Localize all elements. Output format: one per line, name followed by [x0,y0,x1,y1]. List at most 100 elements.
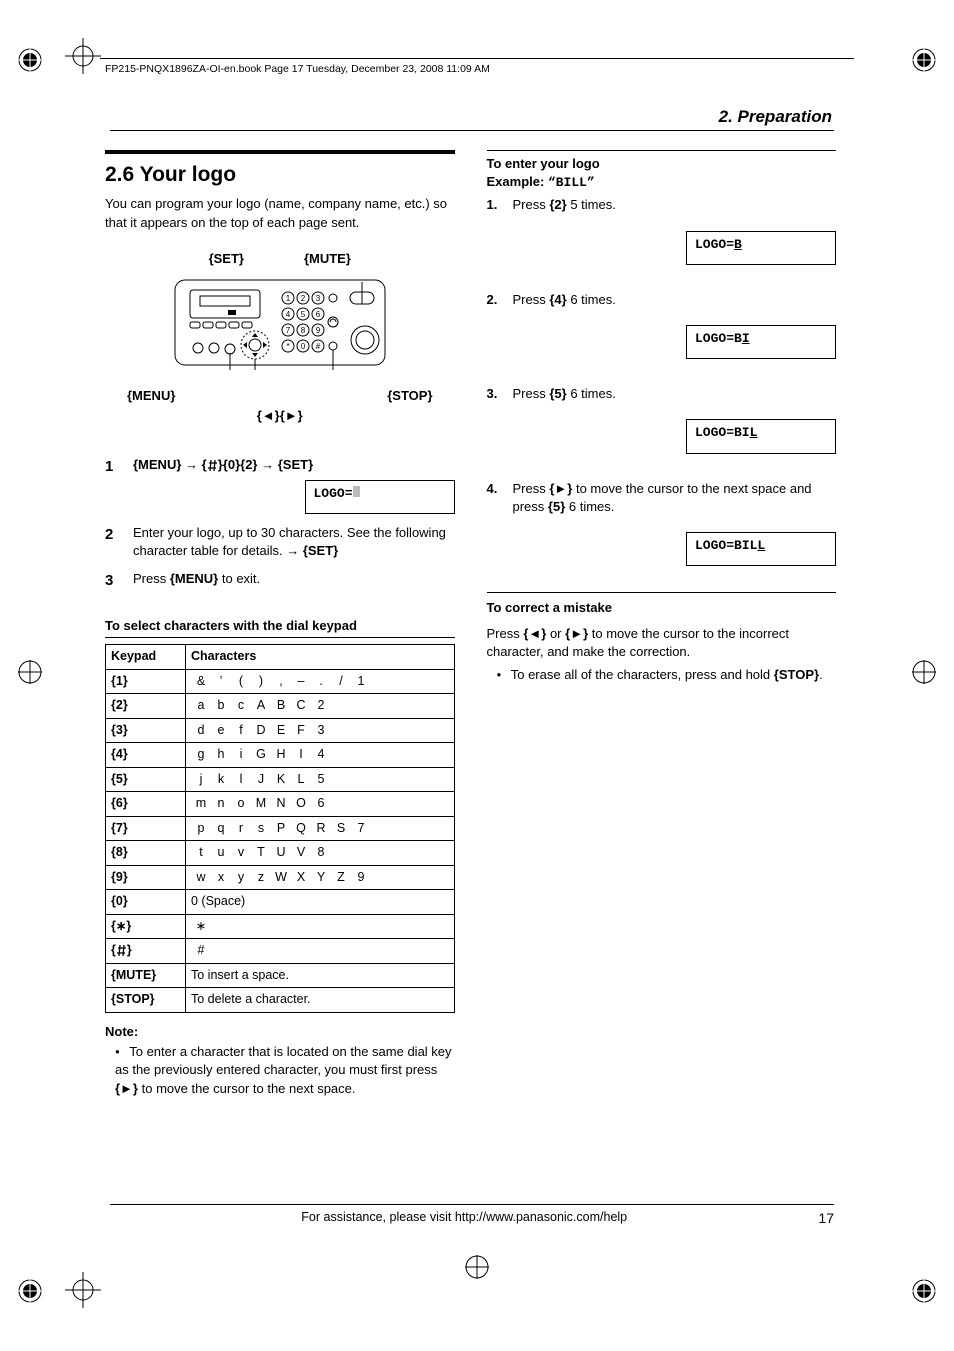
svg-text:7: 7 [286,326,291,335]
key-right-arrow: {►} [565,626,588,641]
chars-cell: tuvTUV8 [186,841,455,866]
key-0: {0} [223,457,240,472]
chars-cell: To insert a space. [186,963,455,988]
registration-mark-icon [912,1279,936,1303]
table-row: {6}mnoMNO6 [106,792,455,817]
step-number: 1. [487,196,503,214]
step-text: to exit. [218,571,260,586]
chars-cell: jklJKL5 [186,767,455,792]
table-row: {0}0 (Space) [106,890,455,915]
table-row: {2}abcABC2 [106,694,455,719]
step-text: Enter your logo, up to 30 characters. Se… [133,525,446,558]
svg-text:4: 4 [286,310,291,319]
table-row: {4}ghiGHI4 [106,743,455,768]
keypad-cell: {0} [106,890,186,915]
table-row: {8}tuvTUV8 [106,841,455,866]
registration-mark-icon [18,660,42,684]
table-row: {5}jklJKL5 [106,767,455,792]
step-number: 1 [105,456,119,514]
th-characters: Characters [186,645,455,670]
fax-machine-icon: 1 2 3 4 5 6 7 8 9 * 0 # [170,270,390,380]
key-right-arrow: {►} [549,481,572,496]
key-digit: {5} [548,499,565,514]
lcd-display: LOGO=BI [686,325,836,359]
svg-text:#: # [316,342,321,351]
th-keypad: Keypad [106,645,186,670]
label-stop: {STOP} [387,387,432,405]
key-digit: {4} [549,292,566,307]
step-number: 3 [105,570,119,591]
key-digit: {5} [549,386,566,401]
chars-cell: 0 (Space) [186,890,455,915]
chars-cell: pqrsPQRS7 [186,816,455,841]
label-menu: {MENU} [127,387,175,405]
header-rule [100,58,854,59]
chars-cell: To delete a character. [186,988,455,1013]
example-label: Example: [487,174,548,189]
keypad-cell: {STOP} [106,988,186,1013]
svg-text:9: 9 [316,326,321,335]
step-number: 4. [487,480,503,516]
running-header: FP215-PNQX1896ZA-OI-en.book Page 17 Tues… [105,62,490,77]
svg-text:0: 0 [301,342,306,351]
page-number: 17 [818,1209,834,1229]
keypad-cell: {5} [106,767,186,792]
lcd-display: LOGO=BIL [686,419,836,453]
character-table: Keypad Characters {1}&’(),–./1{2}abcABC2… [105,644,455,1013]
arrow-icon: → [185,457,198,472]
breadcrumb: 2. Preparation [719,105,832,129]
keypad-cell: {} [106,939,186,964]
svg-text:3: 3 [316,294,321,303]
step-3: 3 Press {MENU} to exit. [105,570,455,591]
chars-cell: defDEF3 [186,718,455,743]
note-text-b: to move the cursor to the next space. [138,1081,356,1096]
key-menu: {MENU} [170,571,218,586]
svg-text:5: 5 [301,310,306,319]
example-step: 2.Press {4} 6 times.LOGO=BI [487,291,837,359]
table-row: {∗}∗ [106,914,455,939]
correct-text: Press {◄} or {►} to move the cursor to t… [487,625,837,661]
step-1: 1 {MENU} → {}{0}{2} → {SET} LOGO= [105,456,455,514]
key-set: {SET} [278,457,313,472]
step-text: Press [133,571,170,586]
svg-text:6: 6 [316,310,321,319]
table-row: {MUTE}To insert a space. [106,963,455,988]
chars-cell: ∗ [186,914,455,939]
keypad-cell: {2} [106,694,186,719]
arrow-icon: → [261,457,274,472]
registration-mark-icon [465,1255,489,1279]
section-intro: You can program your logo (name, company… [105,195,455,231]
svg-text:2: 2 [301,294,306,303]
example-step: 1.Press {2} 5 times.LOGO=B [487,196,837,264]
keypad-cell: {8} [106,841,186,866]
chars-cell: wxyzWXYZ9 [186,865,455,890]
keypad-cell: {∗} [106,914,186,939]
example-value: “BILL” [548,175,595,190]
crop-target-icon [65,38,101,79]
chars-cell: &’(),–./1 [186,669,455,694]
table-row: {3}defDEF3 [106,718,455,743]
key-stop: {STOP} [774,667,819,682]
registration-mark-icon [912,48,936,72]
label-set: {SET} [209,250,244,268]
note-text-a: To enter a character that is located on … [115,1044,452,1077]
example-line: Example: “BILL” [487,173,837,192]
left-column: 2.6 Your logo You can program your logo … [105,150,455,1233]
lcd-display: LOGO=BILL [686,532,836,566]
lcd-display: LOGO= [305,480,455,514]
keypad-cell: {1} [106,669,186,694]
note-label: Note: [105,1023,455,1041]
footer-assist: For assistance, please visit http://www.… [110,1209,818,1229]
char-table-heading: To select characters with the dial keypa… [105,617,455,638]
label-arrows: {◄}{►} [105,407,455,425]
step-number: 3. [487,385,503,403]
chars-cell: mnoMNO6 [186,792,455,817]
lcd-text: LOGO= [314,486,353,501]
chars-cell: abcABC2 [186,694,455,719]
chars-cell: ghiGHI4 [186,743,455,768]
table-row: {}# [106,939,455,964]
table-row: {9}wxyzWXYZ9 [106,865,455,890]
table-row: {7}pqrsPQRS7 [106,816,455,841]
keypad-cell: {7} [106,816,186,841]
key-sharp: {} [202,457,223,472]
